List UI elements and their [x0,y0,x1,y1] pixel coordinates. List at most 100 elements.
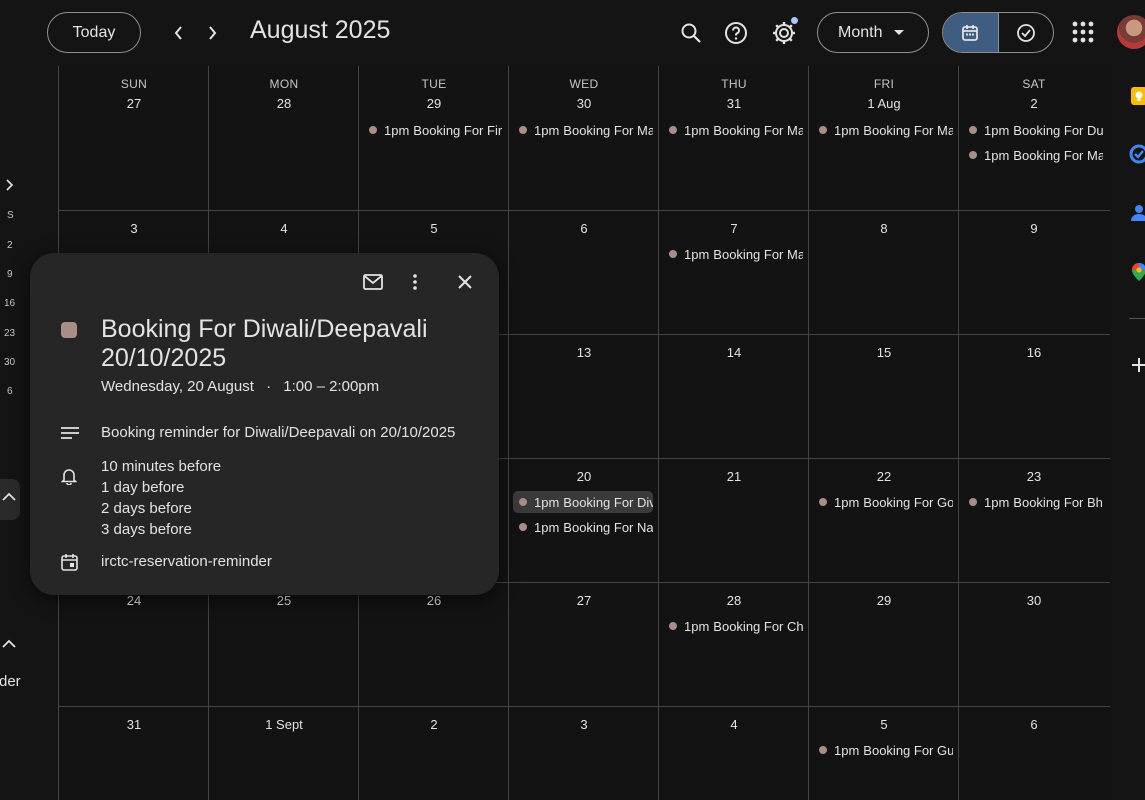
day-number[interactable]: 9 [959,221,1109,236]
event-chip[interactable]: 1pm Booking For Ma [663,243,803,265]
day-cell[interactable]: 31 1pm Booking For Ma [659,66,809,211]
event-chip[interactable]: 1pm Booking For Ma [663,119,803,141]
day-number[interactable]: 23 [959,469,1109,484]
day-cell[interactable]: 27 [59,66,209,211]
email-guests-button[interactable] [360,269,386,295]
day-number[interactable]: 28 [209,96,359,111]
day-cell[interactable]: 7 1pm Booking For Ma [659,211,809,335]
day-number[interactable]: 2 [959,96,1109,111]
mini-calendar-day[interactable]: 23 [4,328,15,339]
view-selector[interactable]: Month [817,12,929,53]
day-cell[interactable]: 20 1pm Booking For Div 1pm Booking For Na [509,459,659,583]
day-number[interactable]: 5 [359,221,509,236]
day-number[interactable]: 3 [59,221,209,236]
more-options-button[interactable] [402,269,428,295]
day-number[interactable]: 7 [659,221,809,236]
day-cell[interactable]: 2 [359,707,509,800]
day-cell[interactable]: 26 [359,583,509,707]
help-button[interactable] [719,16,753,50]
day-number[interactable]: 8 [809,221,959,236]
day-cell[interactable]: 23 1pm Booking For Bh [959,459,1109,583]
search-button[interactable] [674,16,708,50]
day-number[interactable]: 6 [509,221,659,236]
day-cell[interactable]: 1 Sept [209,707,359,800]
settings-button[interactable] [767,16,801,50]
chevron-right-icon[interactable] [6,179,14,191]
day-cell[interactable]: 30 1pm Booking For Ma [509,66,659,211]
event-chip[interactable]: 1pm Booking For Gu [813,739,953,761]
day-number[interactable]: 15 [809,345,959,360]
day-cell[interactable]: 15 [809,335,959,459]
tasks-button[interactable] [1129,144,1145,164]
close-popup-button[interactable] [452,269,478,295]
day-cell[interactable]: 13 [509,335,659,459]
calendar-view-toggle[interactable] [943,13,998,52]
mini-calendar-day[interactable]: 30 [4,357,15,368]
day-number[interactable]: 4 [659,717,809,732]
day-number[interactable]: 30 [959,593,1109,608]
day-number[interactable]: 31 [59,717,209,732]
day-cell[interactable]: 22 1pm Booking For Go [809,459,959,583]
day-number[interactable]: 27 [59,96,209,111]
event-chip[interactable]: 1pm Booking For Ma [963,144,1103,166]
day-number[interactable]: 1 Sept [209,717,359,732]
day-cell[interactable]: 16 [959,335,1109,459]
day-cell[interactable]: 9 [959,211,1109,335]
day-number[interactable]: 22 [809,469,959,484]
day-number[interactable]: 29 [359,96,509,111]
event-chip[interactable]: 1pm Booking For Na [513,516,653,538]
day-number[interactable]: 5 [809,717,959,732]
day-number[interactable]: 31 [659,96,809,111]
google-apps-button[interactable] [1071,20,1095,49]
day-number[interactable]: 27 [509,593,659,608]
maps-button[interactable] [1129,262,1145,282]
mini-calendar-day[interactable]: 9 [7,269,13,280]
tasks-view-toggle[interactable] [997,13,1053,52]
day-number[interactable]: 20 [509,469,659,484]
day-cell[interactable]: 2 1pm Booking For Du 1pm Booking For Ma [959,66,1109,211]
event-chip[interactable]: 1pm Booking For Du [963,119,1103,141]
day-number[interactable]: 4 [209,221,359,236]
event-chip[interactable]: 1pm Booking For Fir [363,119,503,141]
account-avatar[interactable] [1117,15,1145,49]
day-cell[interactable]: 21 [659,459,809,583]
day-number[interactable]: 30 [509,96,659,111]
today-button[interactable]: Today [47,12,141,53]
day-cell[interactable]: 5 1pm Booking For Gu [809,707,959,800]
day-cell[interactable]: 28 1pm Booking For Ch [659,583,809,707]
day-cell[interactable]: 6 [959,707,1109,800]
event-chip[interactable]: 1pm Booking For Go [813,491,953,513]
day-number[interactable]: 1 Aug [809,96,959,111]
day-cell[interactable]: 31 [59,707,209,800]
day-number[interactable]: 16 [959,345,1109,360]
chevron-up-icon[interactable] [2,639,16,648]
day-number[interactable]: 29 [809,593,959,608]
day-cell[interactable]: 28 [209,66,359,211]
day-number[interactable]: 28 [659,593,809,608]
day-number[interactable]: 3 [509,717,659,732]
day-cell[interactable]: 29 [809,583,959,707]
day-cell[interactable]: 1 Aug 1pm Booking For Ma [809,66,959,211]
day-cell[interactable]: 8 [809,211,959,335]
day-number[interactable]: 14 [659,345,809,360]
day-cell[interactable]: 6 [509,211,659,335]
day-cell[interactable]: 30 [959,583,1109,707]
day-number[interactable]: 13 [509,345,659,360]
chevron-up-icon[interactable] [2,492,16,501]
day-number[interactable]: 2 [359,717,509,732]
day-cell[interactable]: 3 [509,707,659,800]
day-number[interactable]: 26 [359,593,509,608]
mini-calendar-day[interactable]: 16 [4,298,15,309]
day-cell[interactable]: 14 [659,335,809,459]
day-cell[interactable]: 24 [59,583,209,707]
event-chip[interactable]: 1pm Booking For Ch [663,615,803,637]
day-cell[interactable]: 27 [509,583,659,707]
day-number[interactable]: 6 [959,717,1109,732]
mini-calendar-day[interactable]: 6 [7,386,13,397]
event-chip[interactable]: 1pm Booking For Ma [513,119,653,141]
contacts-button[interactable] [1129,203,1145,223]
mini-calendar-day[interactable]: 2 [7,240,13,251]
add-addon-button[interactable] [1129,355,1145,375]
keep-button[interactable] [1129,86,1145,106]
event-chip[interactable]: 1pm Booking For Ma [813,119,953,141]
